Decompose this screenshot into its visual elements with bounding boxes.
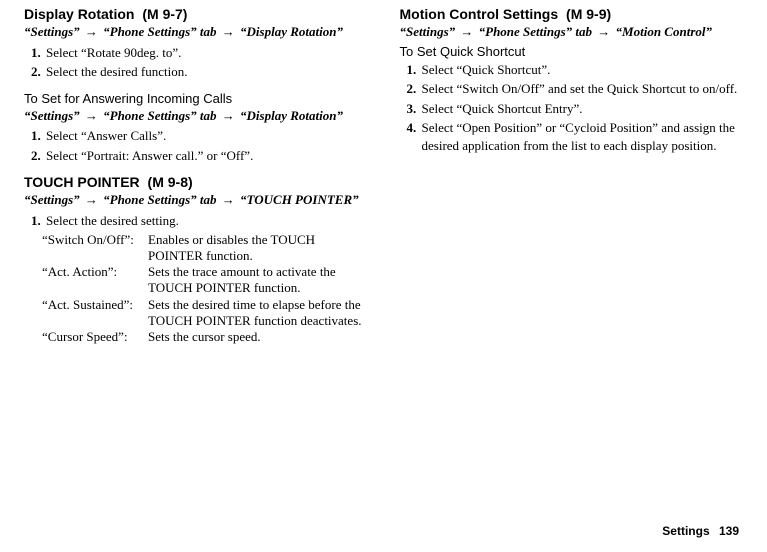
step-item: Select “Rotate 90deg. to”. — [44, 44, 368, 62]
left-column: Display Rotation (M 9-7) “Settings” → “P… — [24, 6, 368, 345]
arrow-icon: → — [220, 192, 237, 207]
title-text: Motion Control Settings — [400, 6, 559, 22]
nav-path-touch-pointer: “Settings” → “Phone Settings” tab → “TOU… — [24, 192, 368, 208]
nav-path-motion: “Settings” → “Phone Settings” tab → “Mot… — [400, 24, 744, 40]
right-column: Motion Control Settings (M 9-9) “Setting… — [400, 6, 744, 345]
subhead-quick-shortcut: To Set Quick Shortcut — [400, 44, 744, 59]
step-item: Select “Quick Shortcut Entry”. — [420, 100, 744, 118]
steps-list: Select “Rotate 90deg. to”. Select the de… — [24, 44, 368, 81]
def-desc: Sets the desired time to elapse before t… — [148, 297, 368, 330]
nav-seg: “Display Rotation” — [240, 24, 343, 39]
nav-seg: “Settings” — [400, 24, 456, 39]
footer-page-number: 139 — [719, 524, 739, 538]
def-row: “Act. Action”: Sets the trace amount to … — [42, 264, 368, 297]
arrow-icon: → — [458, 24, 475, 39]
def-term: “Act. Sustained”: — [42, 297, 148, 313]
nav-seg: “Settings” — [24, 108, 80, 123]
nav-path-display-rotation-2: “Settings” → “Phone Settings” tab → “Dis… — [24, 108, 368, 124]
nav-seg: “Settings” — [24, 192, 80, 207]
nav-seg: “Display Rotation” — [240, 108, 343, 123]
arrow-icon: → — [220, 108, 237, 123]
def-row: “Cursor Speed”: Sets the cursor speed. — [42, 329, 368, 345]
title-text: TOUCH POINTER — [24, 174, 140, 190]
steps-list: Select “Quick Shortcut”. Select “Switch … — [400, 61, 744, 155]
step-item: Select “Portrait: Answer call.” or “Off”… — [44, 147, 368, 165]
nav-seg: “Motion Control” — [616, 24, 712, 39]
step-item: Select “Answer Calls”. — [44, 127, 368, 145]
step-item: Select the desired setting. — [44, 212, 368, 230]
def-term: “Act. Action”: — [42, 264, 148, 280]
heading-motion-control: Motion Control Settings (M 9-9) — [400, 6, 744, 22]
step-item: Select “Switch On/Off” and set the Quick… — [420, 80, 744, 98]
footer-label: Settings — [662, 524, 709, 538]
mcode: (M 9-8) — [148, 174, 193, 190]
nav-seg: “Phone Settings” tab — [479, 24, 592, 39]
heading-display-rotation: Display Rotation (M 9-7) — [24, 6, 368, 22]
nav-seg: “Phone Settings” tab — [103, 108, 216, 123]
nav-seg: “Phone Settings” tab — [103, 192, 216, 207]
arrow-icon: → — [83, 108, 100, 123]
heading-touch-pointer: TOUCH POINTER (M 9-8) — [24, 174, 368, 190]
steps-list: Select “Answer Calls”. Select “Portrait:… — [24, 127, 368, 164]
title-text: Display Rotation — [24, 6, 134, 22]
def-desc: Sets the trace amount to activate the TO… — [148, 264, 368, 297]
page-footer: Settings 139 — [662, 524, 739, 538]
page-body: Display Rotation (M 9-7) “Settings” → “P… — [0, 0, 767, 345]
mcode: (M 9-9) — [566, 6, 611, 22]
def-desc: Enables or disables the TOUCH POINTER fu… — [148, 232, 368, 265]
step-item: Select “Quick Shortcut”. — [420, 61, 744, 79]
step-item: Select the desired function. — [44, 63, 368, 81]
def-term: “Switch On/Off”: — [42, 232, 148, 248]
nav-seg: “Phone Settings” tab — [103, 24, 216, 39]
def-row: “Switch On/Off”: Enables or disables the… — [42, 232, 368, 265]
arrow-icon: → — [83, 192, 100, 207]
arrow-icon: → — [595, 24, 612, 39]
nav-seg: “TOUCH POINTER” — [240, 192, 359, 207]
step-item: Select “Open Position” or “Cycloid Posit… — [420, 119, 744, 154]
nav-seg: “Settings” — [24, 24, 80, 39]
subhead-answer-calls: To Set for Answering Incoming Calls — [24, 91, 368, 106]
nav-path-display-rotation-1: “Settings” → “Phone Settings” tab → “Dis… — [24, 24, 368, 40]
def-desc: Sets the cursor speed. — [148, 329, 368, 345]
def-row: “Act. Sustained”: Sets the desired time … — [42, 297, 368, 330]
def-term: “Cursor Speed”: — [42, 329, 148, 345]
arrow-icon: → — [220, 24, 237, 39]
mcode: (M 9-7) — [142, 6, 187, 22]
definitions-list: “Switch On/Off”: Enables or disables the… — [42, 232, 368, 346]
steps-list: Select the desired setting. — [24, 212, 368, 230]
arrow-icon: → — [83, 24, 100, 39]
